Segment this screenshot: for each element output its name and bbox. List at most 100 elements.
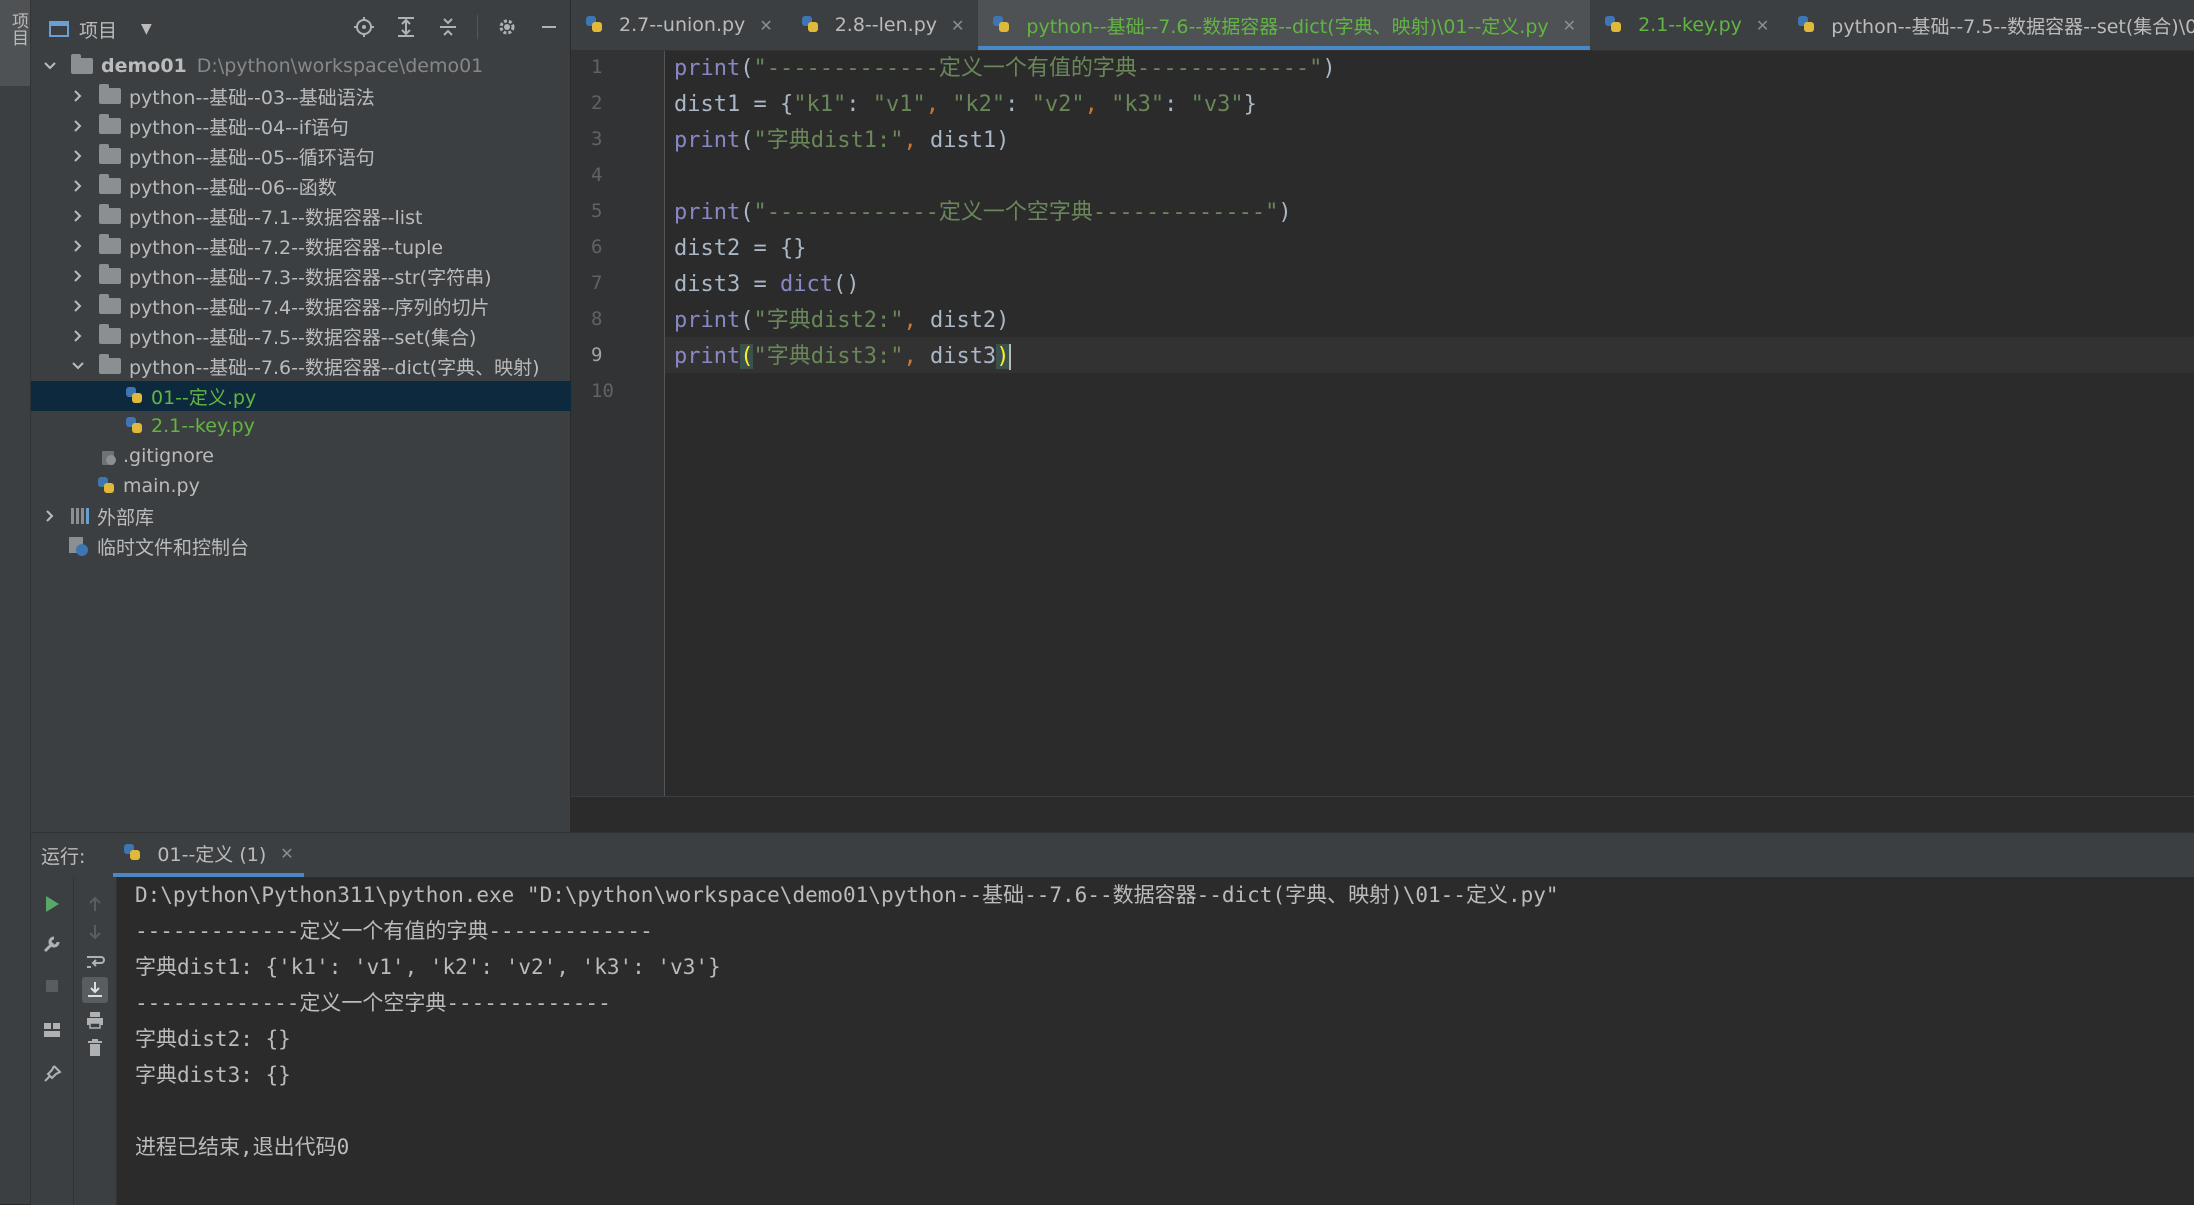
- project-panel-title: 项目: [79, 19, 118, 42]
- folder-label: python--基础--7.4--数据容器--序列的切片: [129, 296, 490, 319]
- gear-icon[interactable]: [494, 14, 520, 40]
- chevron-down-icon[interactable]: [71, 359, 85, 373]
- folder-icon: [99, 204, 121, 224]
- expand-all-icon[interactable]: [393, 14, 419, 40]
- tree-folder[interactable]: python--基础--7.1--数据容器--list: [31, 201, 610, 231]
- editor-tab[interactable]: 2.7--union.py ✕: [571, 0, 787, 50]
- tab-label: 2.8--len.py: [834, 14, 938, 36]
- editor-tabs-bar: 2.7--union.py ✕ 2.8--len.py ✕ python--基础…: [571, 0, 2194, 51]
- tree-folder[interactable]: python--基础--05--循环语句: [31, 141, 610, 171]
- run-console-output[interactable]: D:\python\Python311\python.exe "D:\pytho…: [117, 877, 2194, 1205]
- arrow-down-icon[interactable]: [82, 919, 108, 945]
- code-line: dist3 = dict(): [674, 272, 860, 297]
- close-icon[interactable]: ✕: [759, 16, 772, 35]
- editor-tab[interactable]: python--基础--7.5--数据容器--set(集合)\01--定义.py: [1783, 0, 2194, 50]
- tree-folder[interactable]: python--基础--04--if语句: [31, 111, 610, 141]
- library-icon: [71, 508, 89, 524]
- line-number-gutter: 1 2 3 4 5 6 7 8 9 10: [571, 51, 665, 796]
- tree-file[interactable]: .gitignore: [31, 441, 636, 471]
- line-number-current: 9: [591, 344, 603, 366]
- chevron-right-icon[interactable]: [71, 149, 85, 163]
- tree-folder-open[interactable]: python--基础--7.6--数据容器--dict(字典、映射): [31, 351, 610, 381]
- soft-wrap-icon[interactable]: [82, 949, 108, 975]
- folder-label: python--基础--06--函数: [129, 176, 337, 199]
- code-line: print("字典dist1:", dist1): [674, 128, 1010, 153]
- project-view-selector[interactable]: 项目 ▼: [49, 16, 152, 43]
- editor-tab-active[interactable]: python--基础--7.6--数据容器--dict(字典、映射)\01--定…: [978, 0, 1591, 50]
- run-config-tab[interactable]: 01--定义 (1) ✕: [113, 833, 304, 877]
- chevron-right-icon[interactable]: [71, 209, 85, 223]
- arrow-up-icon[interactable]: [82, 891, 108, 917]
- tree-file[interactable]: 2.1--key.py: [31, 411, 664, 441]
- close-icon[interactable]: ✕: [1563, 16, 1576, 35]
- line-number: 2: [591, 92, 603, 114]
- text-caret: [1009, 344, 1012, 370]
- editor-tab[interactable]: 2.1--key.py ✕: [1590, 0, 1783, 50]
- chevron-right-icon[interactable]: [71, 89, 85, 103]
- tree-file-selected[interactable]: 01--定义.py: [31, 381, 664, 411]
- locate-target-icon[interactable]: [351, 14, 377, 40]
- chevron-right-icon[interactable]: [71, 179, 85, 193]
- tree-folder[interactable]: python--基础--7.4--数据容器--序列的切片: [31, 291, 610, 321]
- folder-label: python--基础--03--基础语法: [129, 86, 375, 109]
- rerun-play-icon[interactable]: [39, 891, 65, 917]
- editor-horizontal-scrollbar[interactable]: [571, 796, 2194, 833]
- tab-label: python--基础--7.6--数据容器--dict(字典、映射)\01--定…: [1026, 15, 1549, 38]
- tree-folder[interactable]: python--基础--7.3--数据容器--str(字符串): [31, 261, 610, 291]
- project-panel: 项目 ▼ demo01 D:\python\workspace\demo01 p…: [31, 0, 664, 832]
- editor-tab[interactable]: 2.8--len.py ✕: [787, 0, 979, 50]
- layout-icon[interactable]: [39, 1017, 65, 1043]
- console-line: -------------定义一个有值的字典-------------: [135, 919, 653, 943]
- chevron-right-icon[interactable]: [71, 269, 85, 283]
- tree-file[interactable]: main.py: [31, 471, 636, 501]
- tree-external-libraries[interactable]: 外部库: [31, 501, 582, 531]
- python-file-icon: [123, 843, 143, 863]
- scroll-to-end-icon[interactable]: [82, 977, 108, 1003]
- python-file-icon: [97, 476, 117, 496]
- close-icon[interactable]: ✕: [951, 16, 964, 35]
- tree-folder[interactable]: python--基础--7.5--数据容器--set(集合): [31, 321, 610, 351]
- print-icon[interactable]: [82, 1007, 108, 1033]
- trash-icon[interactable]: [82, 1035, 108, 1061]
- chevron-right-icon[interactable]: [71, 329, 85, 343]
- project-panel-header: 项目 ▼: [31, 0, 570, 58]
- project-tool-tab[interactable]: 项目: [0, 0, 30, 86]
- chevron-right-icon[interactable]: [43, 509, 57, 523]
- folder-icon: [99, 144, 121, 164]
- close-icon[interactable]: ✕: [280, 844, 293, 863]
- line-number: 3: [591, 128, 603, 150]
- run-tab-label: 01--定义 (1): [157, 843, 267, 866]
- stop-icon[interactable]: [39, 973, 65, 999]
- tree-folder[interactable]: python--基础--7.2--数据容器--tuple: [31, 231, 610, 261]
- collapse-all-icon[interactable]: [435, 14, 461, 40]
- root-name: demo01: [101, 55, 187, 77]
- code-editor[interactable]: print("-------------定义一个有值的字典-----------…: [665, 51, 2194, 796]
- folder-icon: [99, 294, 121, 314]
- chevron-right-icon[interactable]: [71, 119, 85, 133]
- root-path: D:\python\workspace\demo01: [196, 55, 484, 77]
- file-label: 2.1--key.py: [151, 415, 255, 437]
- chevron-right-icon[interactable]: [71, 239, 85, 253]
- console-line: 字典dist1: {'k1': 'v1', 'k2': 'v2', 'k3': …: [135, 955, 721, 979]
- hide-panel-icon[interactable]: [536, 14, 562, 40]
- tree-folder[interactable]: python--基础--03--基础语法: [31, 81, 610, 111]
- pin-icon[interactable]: [39, 1061, 65, 1087]
- code-line: print("-------------定义一个有值的字典-----------…: [674, 56, 1336, 81]
- folder-icon: [99, 174, 121, 194]
- folder-label: python--基础--7.6--数据容器--dict(字典、映射): [129, 356, 540, 379]
- python-file-icon: [125, 386, 145, 406]
- code-line-current: print("字典dist3:", dist3): [674, 344, 1012, 370]
- tree-scratches[interactable]: 临时文件和控制台: [31, 531, 606, 561]
- wrench-icon[interactable]: [39, 931, 65, 957]
- tree-root-demo01[interactable]: demo01 D:\python\workspace\demo01: [31, 51, 582, 81]
- chevron-right-icon[interactable]: [71, 299, 85, 313]
- line-number: 6: [591, 236, 603, 258]
- line-number: 1: [591, 56, 603, 78]
- close-icon[interactable]: ✕: [1756, 16, 1769, 35]
- folder-label: python--基础--04--if语句: [129, 116, 349, 139]
- gitignore-file-icon: [97, 446, 117, 466]
- run-label: 运行:: [41, 845, 86, 868]
- chevron-down-icon[interactable]: [43, 59, 57, 73]
- tree-folder[interactable]: python--基础--06--函数: [31, 171, 610, 201]
- line-number: 4: [591, 164, 603, 186]
